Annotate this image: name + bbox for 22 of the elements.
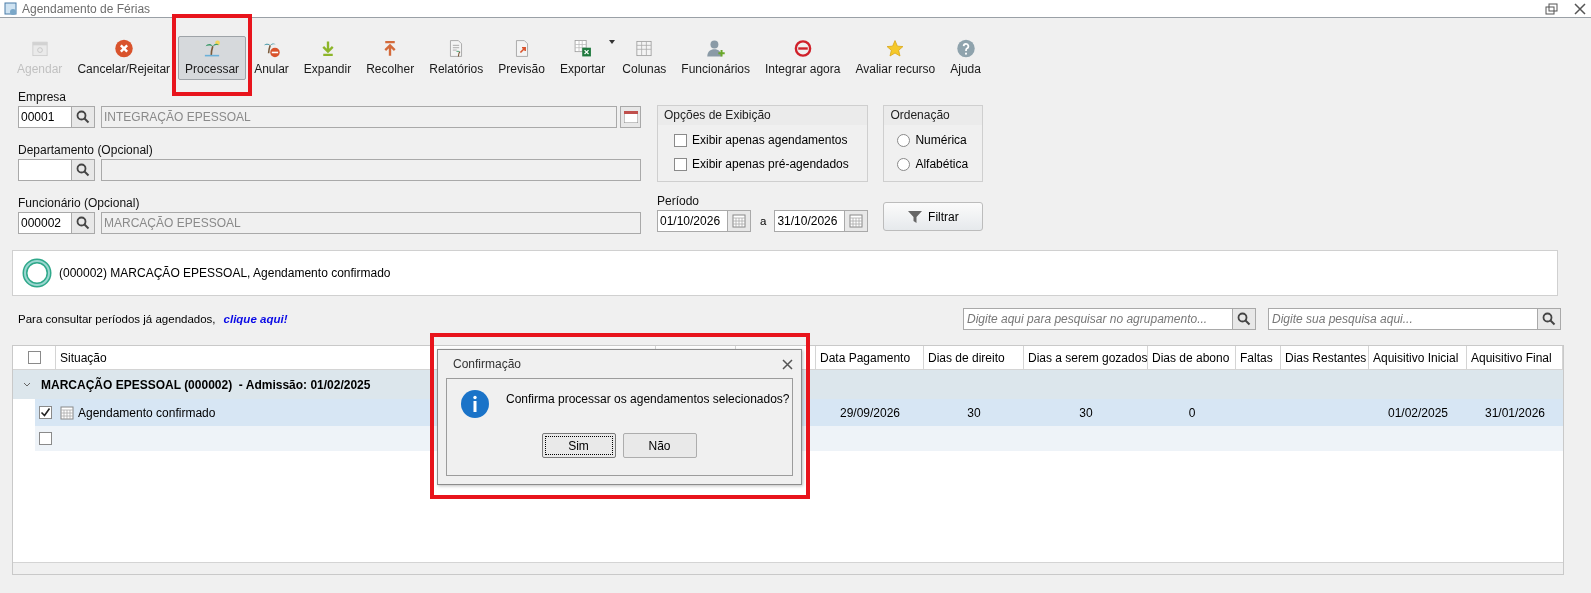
name-field: INTEGRAÇÃO EPESSOAL bbox=[101, 106, 617, 128]
dialog-title: Confirmação bbox=[453, 357, 522, 371]
range-separator: a bbox=[760, 215, 767, 227]
table-cell: 30 bbox=[967, 405, 981, 420]
field-label: Empresa bbox=[18, 90, 68, 104]
name-field: MARCAÇÃO EPESSOAL bbox=[101, 212, 641, 234]
table-cell: 29/09/2026 bbox=[839, 405, 901, 420]
hint-text: Para consultar períodos já agendados, bbox=[18, 313, 216, 325]
field-label: Período bbox=[657, 194, 701, 208]
group-title: MARCAÇÃO EPESSOAL (000002) - Admissão: 01/02/2025 bbox=[41, 377, 371, 392]
panel-title: Opções de Exibição bbox=[658, 106, 867, 125]
field-label: Departamento (Opcional) bbox=[18, 143, 154, 157]
panel-title: Ordenação bbox=[884, 106, 983, 125]
table-cell: 01/02/2025 bbox=[1387, 405, 1449, 420]
table-cell: Agendamento confirmado bbox=[78, 405, 216, 420]
status-message: (000002) MARCAÇÃO EPESSOAL, Agendamento confirmado bbox=[59, 266, 391, 280]
dialog-message: Confirma processar os agendamentos selecionados? bbox=[506, 392, 790, 406]
field-label: Funcionário (Opcional) bbox=[18, 196, 141, 210]
table-cell: 31/01/2026 bbox=[1484, 405, 1546, 420]
table-cell: 30 bbox=[1079, 405, 1093, 420]
window-title: Agendamento de Férias bbox=[22, 1, 152, 16]
table-cell: 0 bbox=[1188, 405, 1196, 420]
